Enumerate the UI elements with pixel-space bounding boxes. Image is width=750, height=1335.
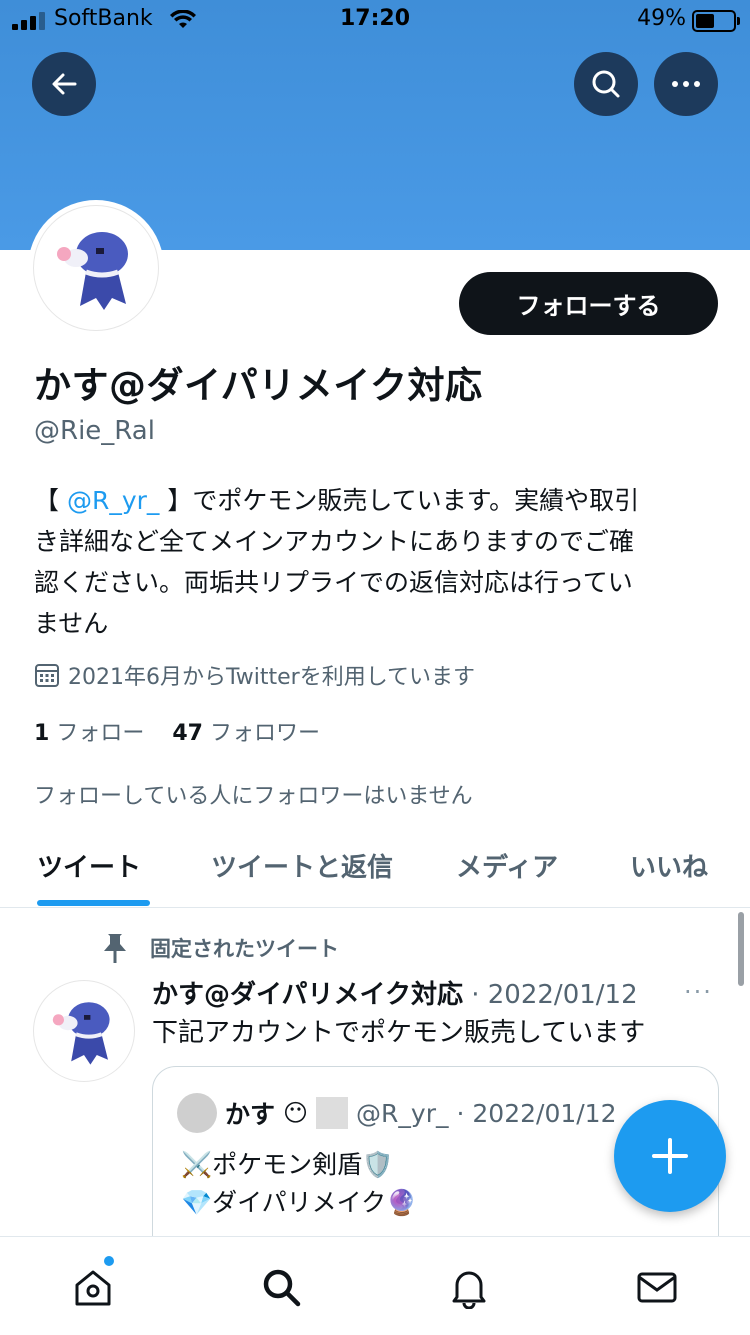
more-icon — [672, 81, 700, 87]
search-icon — [592, 70, 620, 98]
pin-icon — [104, 934, 126, 963]
quoted-text-line: 💎ダイパリメイク🔮 — [181, 1188, 418, 1217]
tweet-author-avatar[interactable] — [33, 980, 135, 1082]
handle: @Rie_Ral — [34, 416, 155, 446]
arrow-left-icon — [52, 73, 77, 95]
battery-icon — [692, 10, 740, 32]
quoted-author-avatar — [177, 1093, 217, 1133]
quoted-author-name: かす — [225, 1100, 276, 1129]
bottom-navigation — [0, 1236, 750, 1335]
tweet-more-button[interactable]: ··· — [684, 978, 713, 1006]
following-count: 1 — [34, 721, 50, 746]
home-icon — [75, 1270, 111, 1306]
active-tab-indicator — [37, 900, 150, 906]
tweet-text: 下記アカウントでポケモン販売しています — [152, 1018, 646, 1048]
battery-percent: 49% — [637, 6, 686, 31]
quoted-text-line: ⚔️ポケモン剣盾🛡️ — [181, 1150, 394, 1179]
nav-messages[interactable] — [635, 1265, 679, 1309]
following-link[interactable]: 1 フォロー — [34, 721, 144, 746]
bio-text: 認ください。両垢共リプライでの返信対応は行ってい — [34, 568, 633, 597]
more-button[interactable] — [654, 52, 718, 116]
status-bar: SoftBank 17:20 49% — [0, 0, 750, 40]
search-icon — [263, 1269, 301, 1307]
nav-notifications[interactable] — [447, 1265, 491, 1309]
bio-text: 】でポケモン販売しています。実績や取引 — [159, 486, 640, 515]
nav-home[interactable] — [71, 1265, 115, 1309]
neutral-face-emoji-icon: 😶 — [283, 1099, 309, 1127]
quoted-date: · 2022/01/12 — [456, 1098, 617, 1128]
plus-icon — [652, 1138, 688, 1174]
pinned-indicator: 固定されたツイート — [100, 932, 339, 964]
mail-icon — [637, 1272, 677, 1303]
back-button[interactable] — [32, 52, 96, 116]
quoted-handle: @R_yr_ — [356, 1098, 449, 1128]
followers-count: 47 — [172, 721, 203, 746]
tweet-date[interactable]: · 2022/01/12 — [471, 980, 637, 1010]
follow-button[interactable]: フォローする — [459, 272, 718, 335]
notification-dot — [104, 1256, 114, 1266]
followers-link[interactable]: 47 フォロワー — [172, 721, 320, 746]
bio-text: き詳細など全てメインアカウントにありますのでご確 — [34, 527, 635, 556]
compose-tweet-button[interactable] — [614, 1100, 726, 1212]
profile-avatar[interactable] — [28, 200, 164, 336]
avatar-image — [57, 232, 128, 310]
tweet-header: かす@ダイパリメイク対応 · 2022/01/12 — [152, 974, 638, 1011]
calendar-icon — [35, 664, 59, 687]
bio-text: 【 — [34, 486, 67, 515]
bell-icon — [452, 1271, 486, 1309]
blurred-image-icon — [316, 1097, 349, 1129]
pinned-label: 固定されたツイート — [150, 937, 339, 961]
tab-tweets[interactable]: ツイート — [37, 847, 141, 884]
avatar-image — [52, 1002, 110, 1065]
joined-text: 2021年6月からTwitterを利用しています — [68, 665, 476, 690]
tweet-author-name[interactable]: かす@ダイパリメイク対応 — [152, 980, 463, 1010]
followers-label: フォロワー — [209, 721, 320, 746]
following-label: フォロー — [56, 721, 145, 746]
search-button[interactable] — [574, 52, 638, 116]
follow-stats: 1 フォロー 47 フォロワー — [34, 715, 320, 747]
display-name: かす@ダイパリメイク対応 — [34, 364, 483, 407]
tab-likes[interactable]: いいね — [630, 847, 708, 884]
mutual-followers-note: フォローしている人にフォロワーはいません — [34, 784, 473, 809]
profile-tabs: ツイート ツイートと返信 メディア いいね — [0, 835, 750, 908]
nav-search[interactable] — [259, 1265, 303, 1309]
bio: 【 @R_yr_ 】でポケモン販売しています。実績や取引 き詳細など全てメインア… — [34, 480, 724, 644]
tab-media[interactable]: メディア — [456, 847, 558, 884]
bio-mention-link[interactable]: @R_yr_ — [67, 486, 159, 515]
bio-text: ません — [34, 609, 109, 638]
joined-date: 2021年6月からTwitterを利用しています — [34, 659, 475, 691]
scrollbar[interactable] — [738, 912, 744, 986]
tab-tweets-replies[interactable]: ツイートと返信 — [211, 847, 393, 884]
